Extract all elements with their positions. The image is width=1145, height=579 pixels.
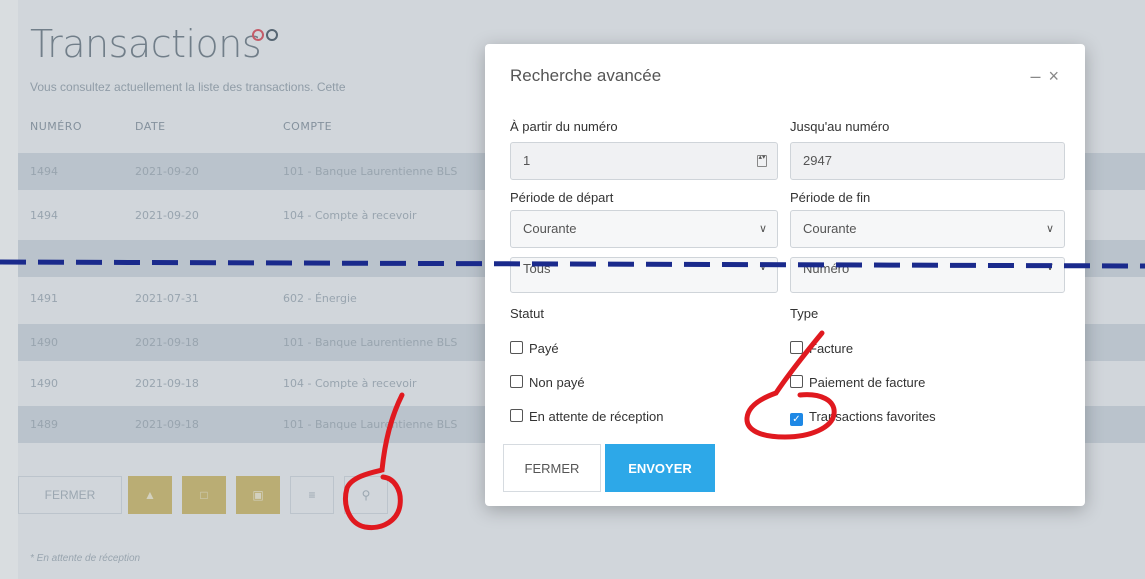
- handwritten-six-annotation: [343, 392, 405, 531]
- dashed-divider-annotation: [0, 259, 1145, 269]
- annotation-layer: [0, 259, 1145, 531]
- handwritten-six-annotation: [744, 330, 837, 440]
